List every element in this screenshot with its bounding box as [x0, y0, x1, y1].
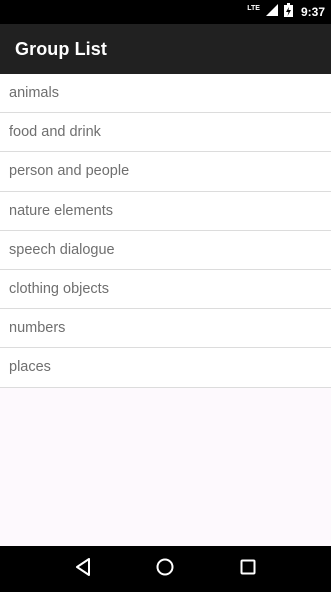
- list-item-numbers[interactable]: numbers: [0, 309, 331, 349]
- list-item-speech-dialogue[interactable]: speech dialogue: [0, 230, 331, 270]
- back-icon: [75, 557, 91, 581]
- navigation-bar: [0, 546, 331, 592]
- list-item-label: person and people: [9, 163, 130, 180]
- page-title: Group List: [15, 38, 107, 59]
- list-item-label: numbers: [9, 320, 66, 337]
- list-item-places[interactable]: places: [0, 348, 331, 388]
- network-type-label: LTE: [247, 4, 260, 12]
- list-item-label: nature elements: [9, 202, 113, 219]
- home-icon: [156, 558, 174, 581]
- list-item-label: food and drink: [9, 124, 101, 141]
- group-list: animals food and drink person and people…: [0, 74, 331, 388]
- recents-button[interactable]: [233, 554, 263, 584]
- battery-icon: [283, 2, 293, 22]
- back-button[interactable]: [68, 554, 98, 584]
- list-item-label: speech dialogue: [9, 241, 115, 258]
- list-item-label: clothing objects: [9, 281, 109, 298]
- list-item-label: places: [9, 359, 51, 376]
- list-item-animals[interactable]: animals: [0, 74, 331, 114]
- clock: 9:37: [300, 5, 325, 19]
- list-item-food-and-drink[interactable]: food and drink: [0, 113, 331, 153]
- list-item-person-and-people[interactable]: person and people: [0, 152, 331, 192]
- home-button[interactable]: [150, 554, 180, 584]
- list-item-nature-elements[interactable]: nature elements: [0, 191, 331, 231]
- recents-icon: [240, 559, 256, 580]
- list-item-label: animals: [9, 85, 59, 102]
- list-item-clothing-objects[interactable]: clothing objects: [0, 269, 331, 310]
- status-bar: LTE 9:37: [0, 0, 331, 24]
- app-bar: Group List: [0, 24, 331, 74]
- signal-icon: [265, 3, 278, 21]
